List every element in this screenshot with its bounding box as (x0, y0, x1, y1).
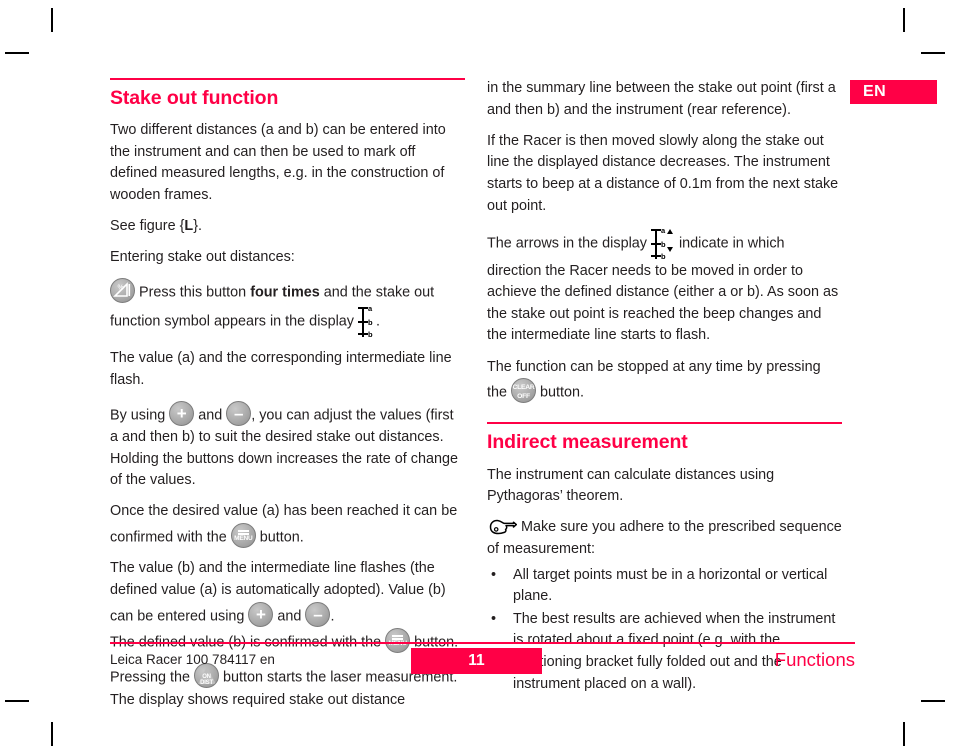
crop-mark-bottom-left-vertical (51, 722, 53, 746)
press-button-text-c: . (375, 313, 380, 330)
section-block-indirect-measurement: Indirect measurement (487, 422, 842, 457)
minus-key-icon[interactable]: – (226, 400, 252, 426)
stop-text-b: button. (536, 384, 585, 401)
right-column: in the summary line between the stake ou… (487, 78, 842, 696)
symbol-bar-top (357, 306, 368, 309)
bullet-marker: • (491, 610, 497, 627)
paragraph-confirm-value-a: Once the desired value (a) has been reac… (110, 501, 465, 549)
crop-mark-bottom-right-horizontal (921, 700, 945, 702)
paragraph-summary-line: in the summary line between the stake ou… (487, 80, 836, 118)
svg-text:%: % (118, 285, 124, 292)
menu-key-bars (237, 529, 249, 532)
value-b-text-c: . (330, 608, 335, 625)
symbol-label-a: a (367, 303, 373, 313)
arrow-down-icon (666, 246, 673, 252)
plus-key-icon[interactable]: + (169, 400, 195, 426)
plus-key-label: + (176, 403, 187, 423)
paragraph-stake-out-intro: Two different distances (a and b) can be… (110, 122, 446, 204)
page-title-stake-out: Stake out function (110, 87, 279, 109)
stake-out-arrows-display-symbol-icon: a b b (650, 225, 675, 261)
stake-out-display-symbol-icon: a b b (357, 303, 376, 339)
arrow-up-icon (666, 228, 673, 234)
crop-mark-top-right-vertical (903, 8, 905, 32)
footer-page-number: 11 (411, 648, 542, 674)
footer-document-id: Leica Racer 100 784117 en (110, 652, 275, 667)
four-times-emphasis: four times (250, 284, 320, 301)
arrows-text-a: The arrows in the display (487, 235, 651, 252)
crop-mark-top-left-horizontal (5, 52, 29, 54)
symbol-bar-middle (650, 242, 661, 245)
menu-key-label: MENU (234, 535, 253, 543)
paragraph-press-button-four-times: % Press this button four times and the s… (110, 278, 465, 338)
menu-key-bars (392, 634, 404, 637)
menu-key-icon[interactable]: MENU (230, 522, 256, 548)
symbol-bar-top (650, 228, 661, 231)
section-divider-indirect-measurement (487, 422, 842, 425)
off-key-label: OFF (517, 393, 530, 401)
section-divider-stake-out (110, 78, 465, 80)
language-badge: EN (850, 80, 937, 104)
figure-reference-letter: L (184, 218, 194, 235)
footer-section-name: Functions (774, 649, 855, 670)
clear-off-key-icon[interactable]: CLEAR OFF (511, 378, 537, 404)
by-using-text-a: By using (110, 407, 170, 424)
left-column: Stake out function Two different distanc… (110, 78, 465, 721)
paragraph-racer-moved: If the Racer is then moved slowly along … (487, 132, 839, 214)
pointing-hand-icon (487, 518, 518, 536)
crop-mark-top-right-horizontal (921, 52, 945, 54)
value-b-text-b: and (273, 608, 306, 625)
paragraph-pythagoras: The instrument can calculate distances u… (487, 466, 775, 505)
paragraph-by-using-plus-minus: By using + and –, you can adjust the val… (110, 400, 465, 492)
symbol-label-b2: b (367, 329, 373, 339)
symbol-bar-bottom (650, 254, 661, 257)
paragraph-arrows-direction: The arrows in the display a b b indicate… (487, 225, 842, 347)
paragraph-note-sequence: Make sure you adhere to the prescribed s… (487, 517, 842, 560)
list-item: • All target points must be in a horizon… (487, 565, 842, 608)
crop-mark-top-left-vertical (51, 8, 53, 32)
paragraph-stop-function: The function can be stopped at any time … (487, 357, 842, 405)
bullet-marker: • (491, 566, 497, 583)
page-title-indirect-measurement: Indirect measurement (487, 431, 688, 454)
crop-mark-bottom-left-horizontal (5, 700, 29, 702)
see-figure-suffix: }. (193, 218, 203, 235)
plus-key-icon[interactable]: + (248, 601, 274, 627)
minus-key-label: – (233, 403, 244, 423)
paragraph-entering-distances: Entering stake out distances: (110, 249, 295, 266)
symbol-label-a: a (660, 225, 666, 235)
pointing-hand-glyph (489, 519, 518, 535)
see-figure-prefix: See figure { (110, 218, 185, 235)
page-footer: Leica Racer 100 784117 en 11 Functions (110, 642, 855, 684)
symbol-label-b1: b (367, 317, 373, 327)
note-sequence-text: Make sure you adhere to the prescribed s… (487, 519, 842, 557)
minus-key-label: – (313, 604, 323, 624)
function-key-icon[interactable]: % (110, 278, 135, 304)
paragraph-value-b-entry: The value (b) and the intermediate line … (110, 558, 465, 627)
minus-key-icon[interactable]: – (305, 601, 331, 627)
symbol-label-b1: b (660, 239, 666, 249)
crop-mark-bottom-right-vertical (903, 722, 905, 746)
confirm-a-text-b: button. (255, 529, 304, 546)
list-item-text: All target points must be in a horizonta… (513, 566, 828, 605)
paragraph-see-figure: See figure {L}. (110, 216, 465, 238)
press-button-text-a: Press this button (139, 284, 251, 301)
symbol-bar-middle (357, 320, 368, 323)
plus-key-label: + (255, 604, 266, 624)
footer-inner: Leica Racer 100 784117 en 11 Functions (110, 644, 855, 684)
symbol-label-b2: b (660, 251, 666, 261)
function-key-glyph: % (113, 282, 131, 298)
by-using-text-b: and (194, 407, 227, 424)
symbol-bar-bottom (357, 332, 368, 335)
paragraph-value-a-flash: The value (a) and the corresponding inte… (110, 350, 452, 388)
